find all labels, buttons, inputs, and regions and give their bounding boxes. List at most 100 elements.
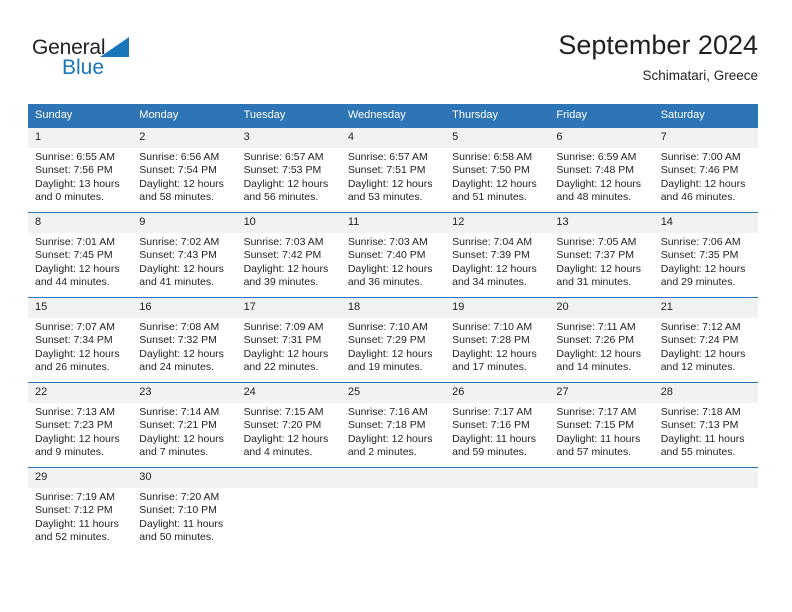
- calendar-day-cell[interactable]: 10 Sunrise: 7:03 AM Sunset: 7:42 PM Dayligh…: [236, 212, 341, 298]
- day-number: 25: [340, 383, 446, 403]
- daylight-duration-line2: and 58 minutes.: [139, 191, 214, 204]
- day-details: Sunrise: 7:03 AM Sunset: 7:42 PM Daylight:…: [237, 233, 341, 290]
- calendar-day-cell[interactable]: 20 Sunrise: 7:11 AM Sunset: 7:26 PM Dayligh…: [549, 297, 654, 383]
- daylight-duration-line1: Daylight: 11 hours: [139, 517, 224, 530]
- sunset-time: Sunset: 7:10 PM: [139, 504, 217, 517]
- sunrise-time: Sunrise: 6:55 AM: [35, 151, 115, 163]
- sunset-time: Sunset: 7:48 PM: [556, 164, 635, 177]
- sunrise-time: Sunrise: 7:11 AM: [556, 321, 636, 333]
- calendar-day-cell[interactable]: 5 Sunrise: 6:58 AM Sunset: 7:50 PM Daylight…: [445, 127, 550, 213]
- daylight-duration-line2: and 19 minutes.: [347, 361, 423, 374]
- sunset-time: Sunset: 7:53 PM: [243, 164, 322, 177]
- daylight-duration-line2: and 44 minutes.: [35, 276, 110, 289]
- sunrise-time: Sunrise: 7:18 AM: [660, 406, 741, 418]
- daylight-duration-line2: and 53 minutes.: [347, 191, 423, 204]
- calendar-day-cell[interactable]: 25 Sunrise: 7:16 AM Sunset: 7:18 PM Dayligh…: [340, 382, 446, 468]
- sunset-time: Sunset: 7:29 PM: [347, 334, 426, 347]
- day-details: Sunrise: 6:55 AM Sunset: 7:56 PM Daylight:…: [28, 148, 132, 205]
- sunset-time: Sunset: 7:40 PM: [347, 249, 426, 262]
- sunrise-time: Sunrise: 6:58 AM: [452, 151, 533, 163]
- calendar-day-cell[interactable]: 14 Sunrise: 7:06 AM Sunset: 7:35 PM Dayligh…: [653, 212, 758, 298]
- daylight-duration-line1: Daylight: 12 hours: [35, 262, 120, 275]
- day-number: 12: [445, 213, 550, 233]
- sunrise-time: Sunrise: 7:04 AM: [452, 236, 533, 248]
- calendar-day-cell[interactable]: 19 Sunrise: 7:10 AM Sunset: 7:28 PM Dayligh…: [445, 297, 550, 383]
- daylight-duration-line2: and 51 minutes.: [452, 191, 527, 204]
- sunrise-time: Sunrise: 6:56 AM: [139, 151, 220, 163]
- daylight-duration-line2: and 12 minutes.: [660, 361, 736, 374]
- daylight-duration-line1: Daylight: 12 hours: [347, 432, 433, 445]
- sunset-time: Sunset: 7:37 PM: [556, 249, 635, 262]
- calendar-day-cell[interactable]: 22 Sunrise: 7:13 AM Sunset: 7:23 PM Dayligh…: [28, 382, 133, 468]
- calendar-week-row: 29 Sunrise: 7:19 AM Sunset: 7:12 PM Dayligh…: [28, 467, 758, 552]
- daylight-duration-line2: and 7 minutes.: [139, 446, 209, 459]
- calendar-day-cell[interactable]: 7 Sunrise: 7:00 AM Sunset: 7:46 PM Daylight…: [653, 127, 758, 213]
- calendar-day-cell[interactable]: 30 Sunrise: 7:20 AM Sunset: 7:10 PM Dayligh…: [132, 467, 237, 552]
- calendar-day-cell[interactable]: 9 Sunrise: 7:02 AM Sunset: 7:43 PM Daylight…: [132, 212, 237, 298]
- weekday-header-friday: Friday: [549, 104, 654, 128]
- calendar-day-cell[interactable]: 28 Sunrise: 7:18 AM Sunset: 7:13 PM Dayligh…: [653, 382, 758, 468]
- daylight-duration-line2: and 9 minutes.: [35, 446, 104, 459]
- daylight-duration-line1: Daylight: 12 hours: [347, 347, 433, 360]
- daylight-duration-line2: and 22 minutes.: [243, 361, 319, 374]
- calendar-day-cell[interactable]: 4 Sunrise: 6:57 AM Sunset: 7:51 PM Daylight…: [340, 127, 446, 213]
- daylight-duration-line2: and 41 minutes.: [139, 276, 214, 289]
- day-details: Sunrise: 7:08 AM Sunset: 7:32 PM Daylight:…: [132, 318, 236, 375]
- calendar-day-cell[interactable]: 18 Sunrise: 7:10 AM Sunset: 7:29 PM Dayligh…: [340, 297, 446, 383]
- sunrise-time: Sunrise: 7:07 AM: [35, 321, 115, 333]
- sunset-time: Sunset: 7:32 PM: [139, 334, 217, 347]
- calendar-day-cell[interactable]: 8 Sunrise: 7:01 AM Sunset: 7:45 PM Daylight…: [28, 212, 133, 298]
- day-details: Sunrise: 7:06 AM Sunset: 7:35 PM Daylight:…: [654, 233, 758, 290]
- day-number: 24: [236, 383, 341, 403]
- sunset-time: Sunset: 7:34 PM: [35, 334, 113, 347]
- day-details: Sunrise: 7:02 AM Sunset: 7:43 PM Daylight:…: [132, 233, 236, 290]
- calendar-day-cell[interactable]: 16 Sunrise: 7:08 AM Sunset: 7:32 PM Dayligh…: [132, 297, 237, 383]
- weekday-header-row: Sunday Monday Tuesday Wednesday Thursday…: [28, 104, 758, 128]
- daylight-duration-line1: Daylight: 12 hours: [660, 177, 746, 190]
- calendar-day-cell[interactable]: 15 Sunrise: 7:07 AM Sunset: 7:34 PM Dayligh…: [28, 297, 133, 383]
- day-number: 4: [340, 128, 446, 148]
- day-number: 9: [132, 213, 237, 233]
- sunrise-time: Sunrise: 7:06 AM: [660, 236, 741, 248]
- calendar-day-cell[interactable]: 13 Sunrise: 7:05 AM Sunset: 7:37 PM Dayligh…: [549, 212, 654, 298]
- day-details: Sunrise: 7:15 AM Sunset: 7:20 PM Daylight:…: [237, 403, 341, 460]
- daylight-duration-line1: Daylight: 12 hours: [556, 262, 642, 275]
- daylight-duration-line2: and 31 minutes.: [556, 276, 632, 289]
- daylight-duration-line1: Daylight: 12 hours: [243, 347, 329, 360]
- calendar-day-cell[interactable]: 27 Sunrise: 7:17 AM Sunset: 7:15 PM Dayligh…: [549, 382, 654, 468]
- calendar-day-cell[interactable]: 3 Sunrise: 6:57 AM Sunset: 7:53 PM Daylight…: [236, 127, 341, 213]
- sunset-time: Sunset: 7:12 PM: [35, 504, 113, 517]
- daylight-duration-line1: Daylight: 12 hours: [347, 262, 433, 275]
- daylight-duration-line2: and 14 minutes.: [556, 361, 632, 374]
- calendar-day-cell[interactable]: 24 Sunrise: 7:15 AM Sunset: 7:20 PM Dayligh…: [236, 382, 341, 468]
- sunset-time: Sunset: 7:26 PM: [556, 334, 635, 347]
- day-number: 5: [445, 128, 550, 148]
- sunrise-time: Sunrise: 6:59 AM: [556, 151, 637, 163]
- day-number: 22: [28, 383, 133, 403]
- day-details: Sunrise: 7:01 AM Sunset: 7:45 PM Daylight:…: [28, 233, 132, 290]
- daylight-duration-line2: and 56 minutes.: [243, 191, 319, 204]
- day-number: 30: [132, 468, 237, 488]
- sunrise-time: Sunrise: 7:02 AM: [139, 236, 220, 248]
- calendar-day-cell[interactable]: 12 Sunrise: 7:04 AM Sunset: 7:39 PM Dayligh…: [445, 212, 550, 298]
- calendar-day-cell[interactable]: 17 Sunrise: 7:09 AM Sunset: 7:31 PM Dayligh…: [236, 297, 341, 383]
- calendar-day-cell[interactable]: 29 Sunrise: 7:19 AM Sunset: 7:12 PM Dayligh…: [28, 467, 133, 552]
- calendar-day-cell[interactable]: 11 Sunrise: 7:03 AM Sunset: 7:40 PM Dayligh…: [340, 212, 446, 298]
- calendar-day-cell[interactable]: 26 Sunrise: 7:17 AM Sunset: 7:16 PM Dayligh…: [445, 382, 550, 468]
- general-blue-logo[interactable]: General Blue: [32, 36, 192, 88]
- daylight-duration-line1: Daylight: 12 hours: [139, 177, 224, 190]
- sunset-time: Sunset: 7:35 PM: [660, 249, 739, 262]
- daylight-duration-line1: Daylight: 12 hours: [35, 432, 120, 445]
- calendar-day-cell[interactable]: 1 Sunrise: 6:55 AM Sunset: 7:56 PM Daylight…: [28, 127, 133, 213]
- day-details: Sunrise: 7:18 AM Sunset: 7:13 PM Daylight:…: [654, 403, 758, 460]
- day-number: 14: [653, 213, 758, 233]
- calendar-day-cell[interactable]: 2 Sunrise: 6:56 AM Sunset: 7:54 PM Daylight…: [132, 127, 237, 213]
- calendar-day-cell[interactable]: 21 Sunrise: 7:12 AM Sunset: 7:24 PM Dayligh…: [653, 297, 758, 383]
- calendar-day-cell[interactable]: 6 Sunrise: 6:59 AM Sunset: 7:48 PM Daylight…: [549, 127, 654, 213]
- sunrise-time: Sunrise: 7:10 AM: [452, 321, 533, 333]
- calendar-day-cell[interactable]: 23 Sunrise: 7:14 AM Sunset: 7:21 PM Dayligh…: [132, 382, 237, 468]
- day-number-placeholder: [340, 468, 446, 488]
- daylight-duration-line2: and 26 minutes.: [35, 361, 110, 374]
- daylight-duration-line1: Daylight: 12 hours: [660, 347, 746, 360]
- daylight-duration-line2: and 55 minutes.: [660, 446, 736, 459]
